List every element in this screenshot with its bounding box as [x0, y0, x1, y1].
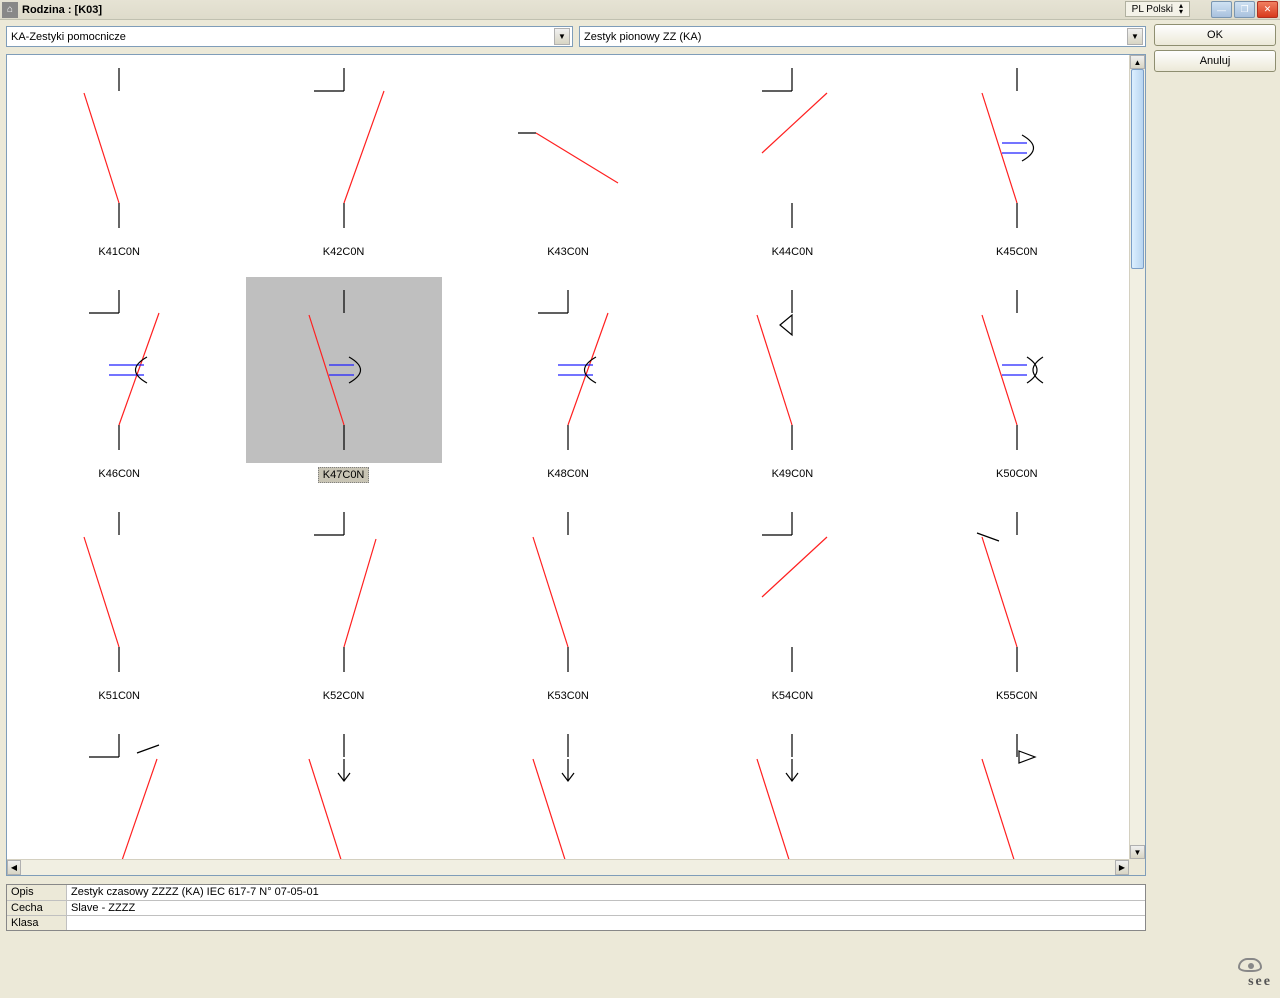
spinner-icon: ▴▾	[1179, 3, 1183, 15]
symbol-label: K54C0N	[768, 689, 818, 703]
symbol-cell[interactable]	[680, 721, 904, 859]
symbol-cell[interactable]: K44C0N	[680, 55, 904, 277]
scroll-down-icon[interactable]: ▼	[1130, 845, 1145, 859]
symbol-cell[interactable]	[456, 721, 680, 859]
symbol-cell[interactable]: K54C0N	[680, 499, 904, 721]
chevron-down-icon: ▼	[1127, 28, 1143, 45]
symbol-cell[interactable]: K55C0N	[905, 499, 1129, 721]
scroll-up-icon[interactable]: ▲	[1130, 55, 1145, 69]
symbol-cell[interactable]: K45C0N	[905, 55, 1129, 277]
category-combo[interactable]: KA-Zestyki pomocnicze ▼	[6, 26, 573, 47]
vertical-scrollbar[interactable]: ▲ ▼	[1129, 55, 1145, 859]
symbol-thumbnail	[246, 55, 442, 241]
chevron-down-icon: ▼	[554, 28, 570, 45]
language-label: PL Polski	[1132, 4, 1173, 15]
symbol-label: K51C0N	[94, 689, 144, 703]
info-klasa-label: Klasa	[7, 916, 67, 930]
scroll-right-icon[interactable]: ▶	[1115, 860, 1129, 875]
symbol-label: K49C0N	[768, 467, 818, 481]
symbol-label: K45C0N	[992, 245, 1042, 259]
symbol-thumbnail	[470, 499, 666, 685]
symbol-cell[interactable]: K51C0N	[7, 499, 231, 721]
symbol-thumbnail	[694, 277, 890, 463]
symbol-label: K44C0N	[768, 245, 818, 259]
symbol-label: K52C0N	[319, 689, 369, 703]
symbol-thumbnail	[470, 55, 666, 241]
info-table: Opis Zestyk czasowy ZZZZ (KA) IEC 617-7 …	[6, 884, 1146, 931]
info-cecha-label: Cecha	[7, 901, 67, 915]
symbol-viewer: K41C0N K42C0N K43C0N K44C0N K45C0N K46C0N K47C…	[6, 54, 1146, 876]
titlebar: ⌂ Rodzina : [K03] PL Polski ▴▾ — ❐ ✕	[0, 0, 1280, 20]
info-opis-label: Opis	[7, 885, 67, 900]
symbol-cell[interactable]: K48C0N	[456, 277, 680, 499]
symbol-label: K43C0N	[543, 245, 593, 259]
symbol-thumbnail	[21, 721, 217, 859]
symbol-label: K47C0N	[318, 467, 370, 483]
scroll-corner	[1129, 859, 1145, 875]
horizontal-scrollbar[interactable]: ◀ ▶	[7, 859, 1129, 875]
scroll-thumb[interactable]	[1131, 69, 1144, 269]
symbol-thumbnail	[470, 277, 666, 463]
main-area: KA-Zestyki pomocnicze ▼ Zestyk pionowy Z…	[2, 22, 1150, 962]
symbol-cell[interactable]: K50C0N	[905, 277, 1129, 499]
symbol-label: K48C0N	[543, 467, 593, 481]
symbol-thumbnail	[246, 721, 442, 859]
info-opis-value: Zestyk czasowy ZZZZ (KA) IEC 617-7 N° 07…	[67, 885, 1145, 900]
symbol-combo[interactable]: Zestyk pionowy ZZ (KA) ▼	[579, 26, 1146, 47]
symbol-label: K53C0N	[543, 689, 593, 703]
window-title: Rodzina : [K03]	[22, 4, 102, 16]
info-klasa-value	[67, 916, 1145, 930]
symbol-label: K55C0N	[992, 689, 1042, 703]
symbol-thumbnail	[246, 499, 442, 685]
symbol-cell[interactable]: K42C0N	[231, 55, 455, 277]
symbol-thumbnail	[21, 277, 217, 463]
right-panel: OK Anuluj	[1154, 24, 1276, 72]
symbol-cell[interactable]	[905, 721, 1129, 859]
symbol-cell[interactable]: K47C0N	[231, 277, 455, 499]
symbol-thumbnail	[470, 721, 666, 859]
minimize-button[interactable]: —	[1211, 1, 1232, 18]
symbol-cell[interactable]: K41C0N	[7, 55, 231, 277]
symbol-thumbnail	[694, 721, 890, 859]
close-button[interactable]: ✕	[1257, 1, 1278, 18]
symbol-cell[interactable]: K43C0N	[456, 55, 680, 277]
info-cecha-value: Slave - ZZZZ	[67, 901, 1145, 915]
symbol-thumbnail	[21, 499, 217, 685]
symbol-thumbnail	[694, 55, 890, 241]
symbol-thumbnail	[21, 55, 217, 241]
restore-button[interactable]: ❐	[1234, 1, 1255, 18]
eye-icon	[1238, 958, 1262, 972]
symbol-combo-value: Zestyk pionowy ZZ (KA)	[584, 31, 701, 43]
scroll-left-icon[interactable]: ◀	[7, 860, 21, 875]
symbol-cell[interactable]: K53C0N	[456, 499, 680, 721]
combo-row: KA-Zestyki pomocnicze ▼ Zestyk pionowy Z…	[2, 22, 1150, 49]
logo-text: see	[1248, 974, 1272, 990]
symbol-thumbnail	[246, 277, 442, 463]
symbol-cell[interactable]: K49C0N	[680, 277, 904, 499]
symbol-thumbnail	[919, 277, 1115, 463]
symbol-thumbnail	[919, 499, 1115, 685]
ok-button[interactable]: OK	[1154, 24, 1276, 46]
language-selector[interactable]: PL Polski ▴▾	[1125, 1, 1190, 17]
symbol-cell[interactable]	[7, 721, 231, 859]
symbol-label: K41C0N	[94, 245, 144, 259]
category-combo-value: KA-Zestyki pomocnicze	[11, 31, 126, 43]
symbol-label: K42C0N	[319, 245, 369, 259]
symbol-thumbnail	[919, 55, 1115, 241]
symbol-cell[interactable]	[231, 721, 455, 859]
symbol-cell[interactable]: K46C0N	[7, 277, 231, 499]
app-icon: ⌂	[2, 2, 18, 18]
symbol-label: K50C0N	[992, 467, 1042, 481]
symbol-cell[interactable]: K52C0N	[231, 499, 455, 721]
symbol-label: K46C0N	[94, 467, 144, 481]
symbol-grid: K41C0N K42C0N K43C0N K44C0N K45C0N K46C0N K47C…	[7, 55, 1129, 859]
cancel-button[interactable]: Anuluj	[1154, 50, 1276, 72]
symbol-thumbnail	[694, 499, 890, 685]
symbol-thumbnail	[919, 721, 1115, 859]
